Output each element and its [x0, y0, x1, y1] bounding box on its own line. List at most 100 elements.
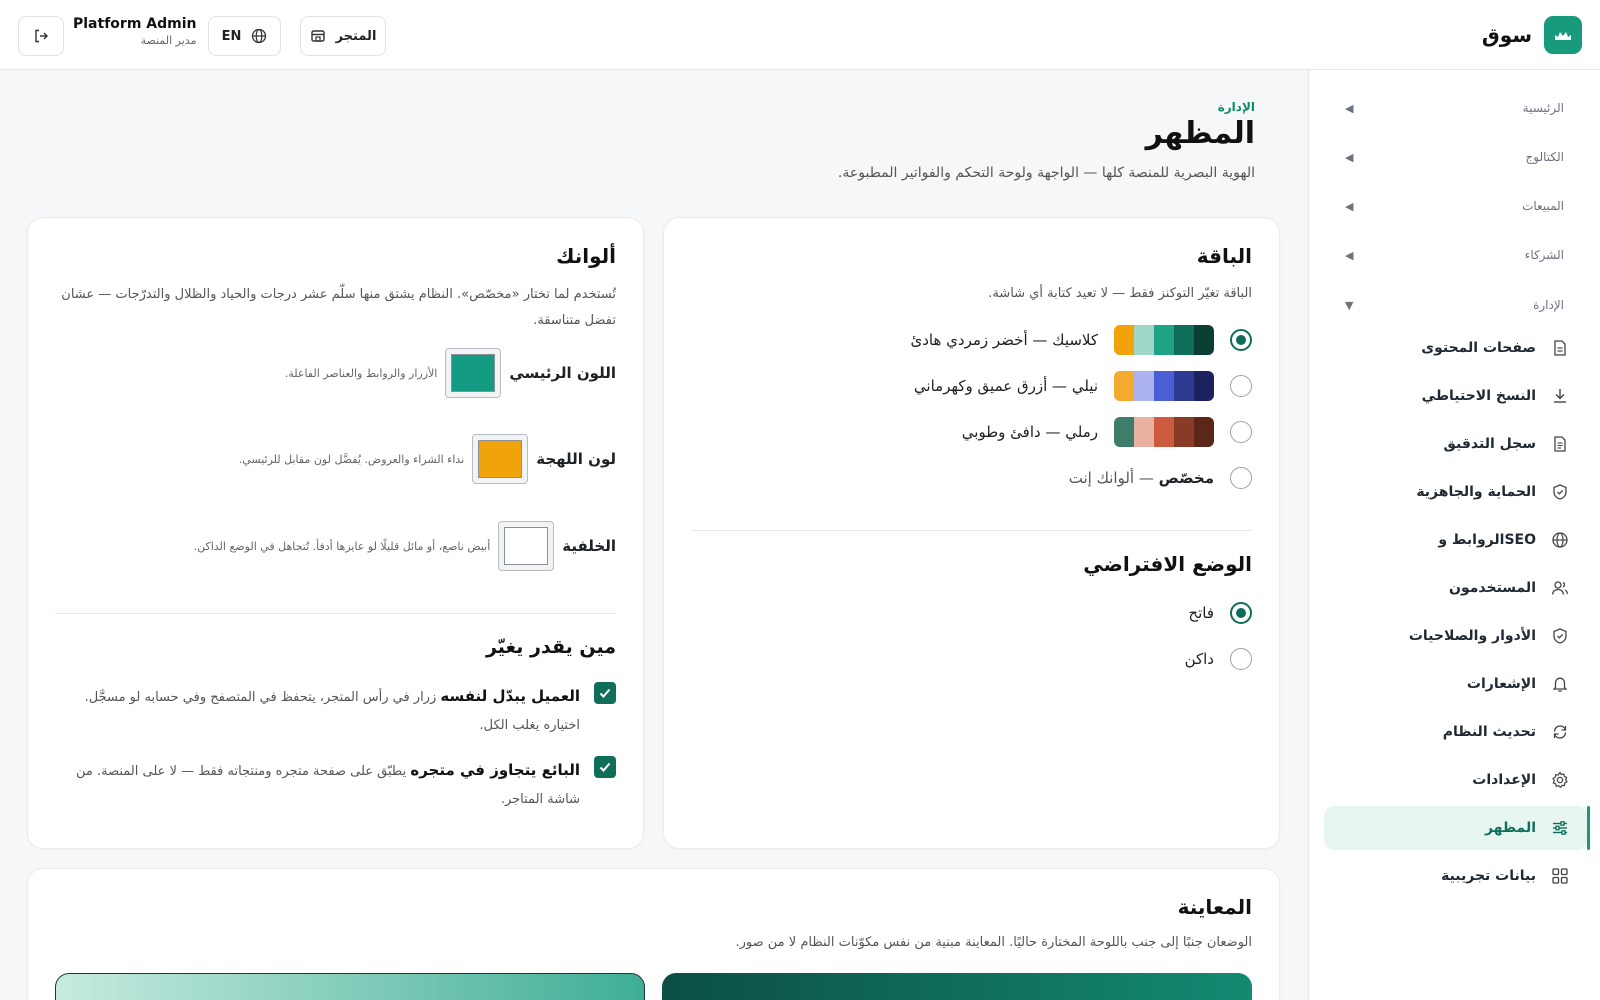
sidebar-item-label: النسخ الاحتياطي	[1421, 388, 1536, 404]
sidebar-item-label: المظهر	[1484, 820, 1536, 836]
check-icon	[599, 762, 611, 772]
radio-button[interactable]	[1230, 467, 1252, 489]
palette-option-custom[interactable]: مخصّص — ألوانك إنت	[1069, 463, 1252, 493]
palette-option-desc: ألوانك إنت	[1068, 469, 1135, 487]
radio-button[interactable]	[1230, 329, 1252, 351]
sidebar-item-label: الإعدادات	[1472, 772, 1536, 788]
page-title: المظهر	[1145, 116, 1255, 151]
breadcrumb[interactable]: الإدارة	[1218, 100, 1255, 114]
colors-card: ألوانك تُستخدم لما تختار «مخصّص». النظام…	[27, 217, 644, 849]
shield-check-icon	[1550, 482, 1570, 502]
color-field-hint: الأزرار والروابط والعناصر الفاعلة.	[284, 366, 438, 380]
sidebar-item-label: صفحات المحتوى	[1421, 340, 1536, 356]
gear-icon	[1550, 770, 1570, 790]
sidebar-item-label: سجل التدقيق	[1443, 436, 1536, 452]
sidebar-item-label: الروابط وSEO	[1438, 532, 1536, 548]
sidebar-item-audit-log[interactable]: سجل التدقيق	[1324, 422, 1588, 466]
checkbox[interactable]	[594, 682, 616, 704]
preview-light-panel	[662, 973, 1252, 1000]
sidebar-item-appearance[interactable]: المظهر	[1324, 806, 1590, 850]
background-color-field[interactable]: الخلفية أبيض ناصع، أو مائل قليلًا لو عاي…	[194, 521, 616, 571]
palette-desc: الباقة تغيّر التوكنز فقط — لا تعيد كتابة…	[988, 286, 1252, 301]
swatch-color	[1174, 371, 1194, 401]
sidebar-section-sales[interactable]: المبيعات ◀	[1345, 191, 1564, 221]
sidebar-section-admin[interactable]: الإدارة ▼	[1345, 290, 1564, 320]
sidebar-item-settings[interactable]: الإعدادات	[1324, 758, 1588, 802]
store-button-label: المتجر	[335, 28, 377, 44]
checkbox[interactable]	[594, 756, 616, 778]
sidebar-item-content-pages[interactable]: صفحات المحتوى	[1324, 326, 1588, 370]
sidebar-item-security[interactable]: الحماية والجاهزية	[1324, 470, 1588, 514]
color-field-hint: نداء الشراء والعروض. يُفضَّل لون مقابل ل…	[238, 452, 465, 466]
radio-button[interactable]	[1230, 602, 1252, 624]
chevron-left-icon: ◀	[1345, 199, 1354, 213]
store-button[interactable]: المتجر	[300, 16, 386, 56]
permission-text: العميل يبدّل لنفسه زرار في رأس المتجر، ي…	[60, 682, 580, 740]
sidebar-item-label: الأدوار والصلاحيات	[1408, 628, 1536, 644]
admin-profile[interactable]: Platform Admin مدير المنصة	[73, 16, 196, 47]
mode-option-dark[interactable]: داكن	[1185, 644, 1252, 674]
globe-icon	[1550, 530, 1570, 550]
default-mode-title: الوضع الافتراضي	[1083, 552, 1252, 576]
chevron-down-icon: ▼	[1345, 298, 1354, 312]
sliders-icon	[1550, 818, 1570, 838]
permission-customer[interactable]: العميل يبدّل لنفسه زرار في رأس المتجر، ي…	[60, 682, 616, 740]
store-icon	[310, 30, 325, 42]
radio-button[interactable]	[1230, 648, 1252, 670]
logout-button[interactable]	[18, 16, 64, 56]
radio-button[interactable]	[1230, 375, 1252, 397]
store-logo-icon	[1544, 16, 1582, 54]
swatch-color	[1194, 417, 1214, 447]
sidebar-item-system-update[interactable]: تحديث النظام	[1324, 710, 1588, 754]
swatch-color	[1154, 371, 1174, 401]
sidebar-item-label: بيانات تجريبية	[1441, 868, 1536, 884]
chevron-left-icon: ◀	[1345, 150, 1354, 164]
color-field-label: لون اللهجة	[536, 450, 616, 468]
accent-color-field[interactable]: لون اللهجة نداء الشراء والعروض. يُفضَّل …	[239, 434, 616, 484]
color-preview	[504, 527, 549, 565]
sidebar-item-label: تحديث النظام	[1442, 724, 1536, 740]
sidebar-section-partners[interactable]: الشركاء ◀	[1345, 240, 1564, 270]
palette-option-desc: أزرق عميق وكهرماني	[913, 377, 1048, 395]
palette-option-name: نيلي	[1071, 377, 1098, 395]
color-picker[interactable]	[445, 348, 502, 398]
color-picker[interactable]	[472, 434, 529, 484]
sidebar-item-notifications[interactable]: الإشعارات	[1324, 662, 1588, 706]
radio-button[interactable]	[1230, 421, 1252, 443]
section-divider	[55, 613, 616, 614]
color-picker[interactable]	[498, 521, 555, 571]
sidebar-item-label: الإشعارات	[1466, 676, 1536, 692]
palette-option-sand[interactable]: رملي — دافئ وطوبي	[962, 417, 1252, 447]
sidebar-item-backup[interactable]: النسخ الاحتياطي	[1324, 374, 1588, 418]
sidebar-item-users[interactable]: المستخدمون	[1324, 566, 1588, 610]
swatch-color	[1194, 371, 1214, 401]
document-icon	[1550, 338, 1570, 358]
palette-option-desc: أخضر زمردي هادئ	[910, 331, 1028, 349]
sidebar-item-label: الحماية والجاهزية	[1416, 484, 1536, 500]
sidebar-section-home[interactable]: الرئيسية ◀	[1345, 93, 1564, 123]
palette-option-classic[interactable]: كلاسيك — أخضر زمردي هادئ	[910, 325, 1252, 355]
color-field-hint: أبيض ناصع، أو مائل قليلًا لو عايزها أدفأ…	[193, 539, 491, 553]
refresh-icon	[1550, 722, 1570, 742]
permission-vendor[interactable]: البائع يتجاوز في متجره يطبّق على صفحة مت…	[60, 756, 616, 814]
sidebar-item-roles[interactable]: الأدوار والصلاحيات	[1324, 614, 1588, 658]
top-header: سوق المتجر EN Platform Admin مدير المنصة	[0, 0, 1600, 70]
color-preview	[451, 354, 496, 392]
admin-name: Platform Admin	[73, 16, 197, 32]
sidebar-item-demo-data[interactable]: بيانات تجريبية	[1324, 854, 1588, 898]
logout-icon	[35, 29, 48, 43]
sidebar-section-label: الكتالوج	[1525, 150, 1565, 164]
sidebar-item-links-seo[interactable]: الروابط وSEO	[1324, 518, 1588, 562]
sidebar-section-catalog[interactable]: الكتالوج ◀	[1345, 142, 1564, 172]
sidebar-section-label: الإدارة	[1533, 298, 1564, 312]
mode-option-light[interactable]: فاتح	[1188, 598, 1252, 628]
grid-icon	[1550, 866, 1570, 886]
primary-color-field[interactable]: اللون الرئيسي الأزرار والروابط والعناصر …	[285, 348, 616, 398]
brand[interactable]: سوق	[1482, 16, 1582, 54]
swatch-color	[1114, 417, 1134, 447]
language-button[interactable]: EN	[208, 16, 281, 56]
palette-option-indigo[interactable]: نيلي — أزرق عميق وكهرماني	[914, 371, 1252, 401]
file-text-icon	[1550, 434, 1570, 454]
swatch-color	[1174, 417, 1194, 447]
admin-role: مدير المنصة	[140, 34, 197, 47]
